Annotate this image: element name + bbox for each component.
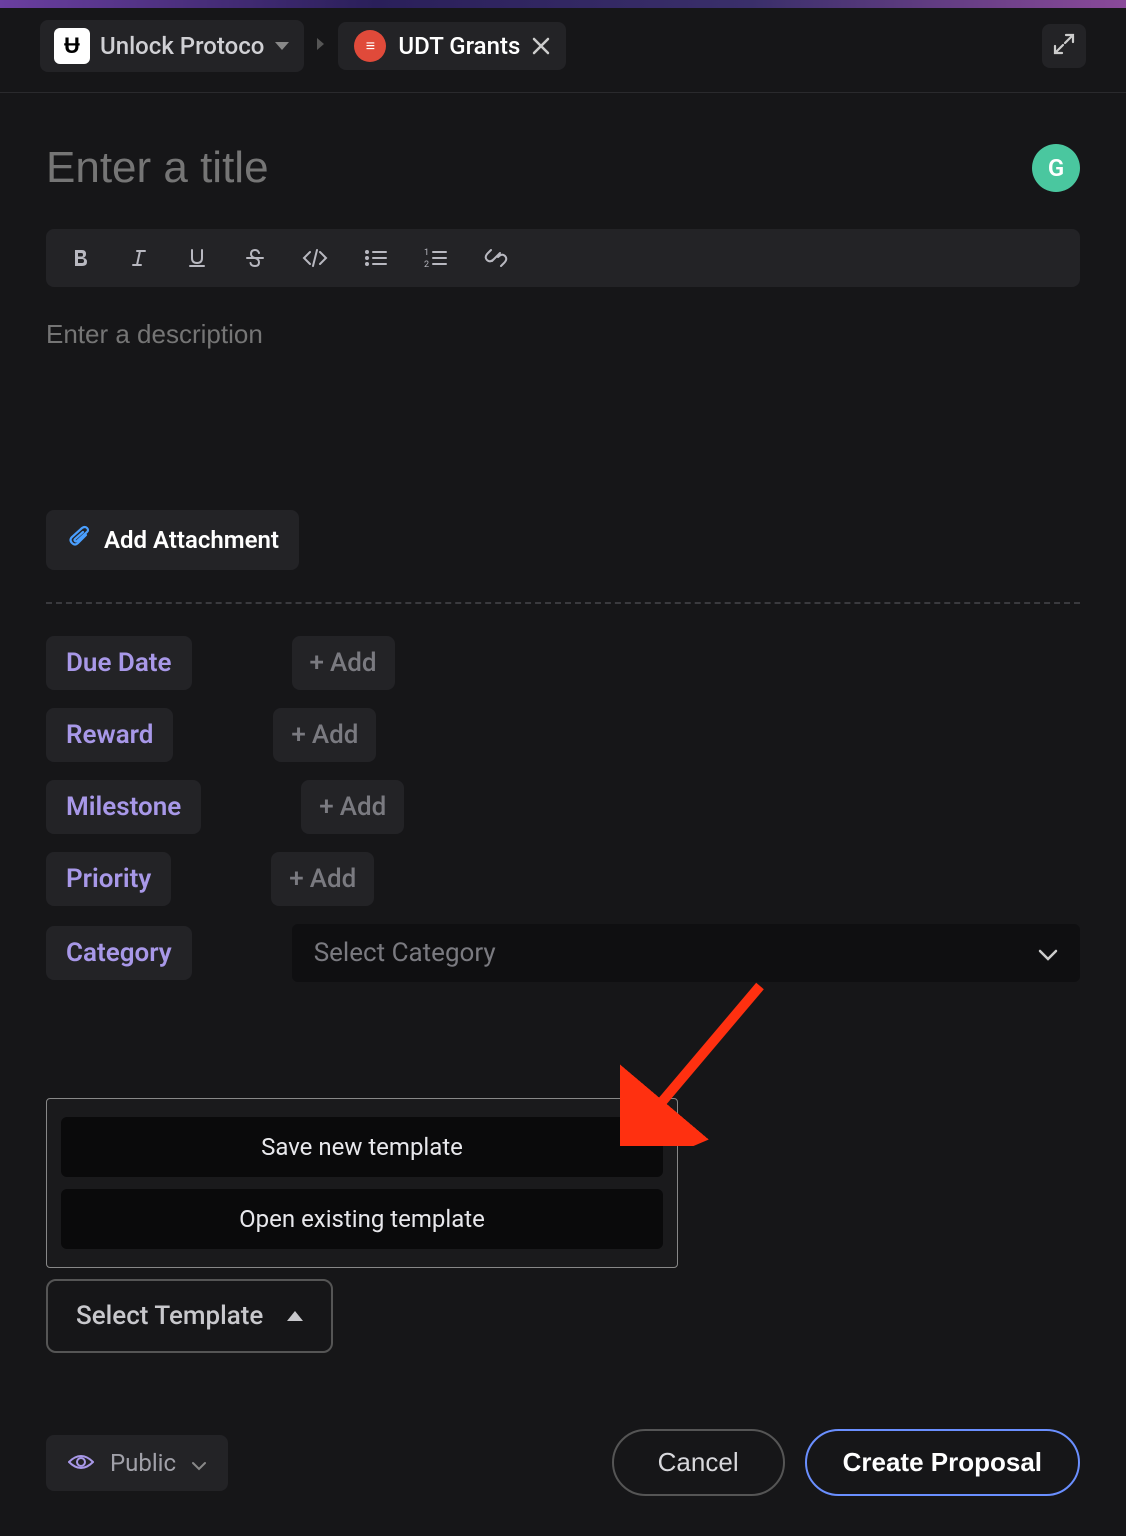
plus-icon: + [289, 864, 303, 894]
category-label: Category [46, 926, 192, 980]
field-reward: Reward +Add [46, 708, 1080, 762]
description-input[interactable] [46, 319, 1080, 350]
strikethrough-button[interactable] [244, 247, 266, 269]
svg-text:2: 2 [424, 260, 429, 269]
triangle-up-icon [287, 1311, 303, 1321]
reward-label: Reward [46, 708, 173, 762]
field-due-date: Due Date +Add [46, 636, 1080, 690]
add-milestone-button[interactable]: +Add [301, 780, 404, 834]
tab-udt-grants[interactable]: ≡ UDT Grants [338, 22, 566, 70]
category-placeholder: Select Category [314, 938, 496, 968]
save-new-template-option[interactable]: Save new template [61, 1117, 663, 1177]
code-button[interactable] [302, 247, 328, 269]
attachment-label: Add Attachment [104, 526, 279, 554]
ordered-list-button[interactable]: 12 [424, 247, 448, 269]
tab-label: UDT Grants [398, 32, 520, 60]
due-date-label: Due Date [46, 636, 192, 690]
chevron-down-icon [1038, 938, 1058, 968]
milestone-label: Milestone [46, 780, 201, 834]
category-select[interactable]: Select Category [292, 924, 1080, 982]
breadcrumb-separator-icon [316, 37, 326, 55]
underline-button[interactable] [186, 247, 208, 269]
select-template-button[interactable]: Select Template [46, 1279, 333, 1353]
template-popup: Save new template Open existing template [46, 1098, 678, 1268]
expand-icon [1053, 33, 1075, 59]
link-button[interactable] [484, 247, 508, 269]
main-content: G 12 Add Attachment Due Date +Add Reward… [0, 93, 1126, 982]
bold-button[interactable] [70, 247, 92, 269]
footer: Public Cancel Create Proposal [0, 1403, 1126, 1536]
eye-icon [68, 1449, 94, 1477]
select-template-label: Select Template [76, 1301, 263, 1331]
close-icon[interactable] [532, 37, 550, 55]
plus-icon: + [291, 720, 305, 750]
priority-label: Priority [46, 852, 171, 906]
plus-icon: + [310, 648, 324, 678]
plus-icon: + [319, 792, 333, 822]
visibility-button[interactable]: Public [46, 1435, 228, 1491]
breadcrumb-unlock-protocol[interactable]: Ʉ Unlock Protoco [40, 20, 304, 72]
unordered-list-button[interactable] [364, 247, 388, 269]
open-existing-template-option[interactable]: Open existing template [61, 1189, 663, 1249]
italic-button[interactable] [128, 247, 150, 269]
paperclip-icon [66, 524, 90, 556]
add-due-date-button[interactable]: +Add [292, 636, 395, 690]
field-category: Category Select Category [46, 924, 1080, 982]
chevron-down-icon [274, 40, 290, 52]
visibility-label: Public [110, 1449, 176, 1477]
title-input[interactable] [46, 143, 1032, 193]
divider [46, 602, 1080, 604]
fields-section: Due Date +Add Reward +Add Milestone +Add… [46, 636, 1080, 982]
expand-button[interactable] [1042, 24, 1086, 68]
grammarly-badge-icon[interactable]: G [1032, 144, 1080, 192]
add-reward-button[interactable]: +Add [273, 708, 376, 762]
breadcrumb-label: Unlock Protoco [100, 32, 264, 60]
field-priority: Priority +Add [46, 852, 1080, 906]
add-priority-button[interactable]: +Add [271, 852, 374, 906]
cancel-button[interactable]: Cancel [612, 1429, 785, 1496]
unlock-logo-icon: Ʉ [54, 28, 90, 64]
udt-grants-icon: ≡ [354, 30, 386, 62]
title-row: G [46, 143, 1080, 193]
editor-toolbar: 12 [46, 229, 1080, 287]
chevron-down-icon [192, 1449, 206, 1477]
top-gradient-bar [0, 0, 1126, 8]
create-proposal-button[interactable]: Create Proposal [805, 1429, 1080, 1496]
header: Ʉ Unlock Protoco ≡ UDT Grants [0, 0, 1126, 93]
add-attachment-button[interactable]: Add Attachment [46, 510, 299, 570]
field-milestone: Milestone +Add [46, 780, 1080, 834]
svg-text:1: 1 [424, 248, 429, 258]
